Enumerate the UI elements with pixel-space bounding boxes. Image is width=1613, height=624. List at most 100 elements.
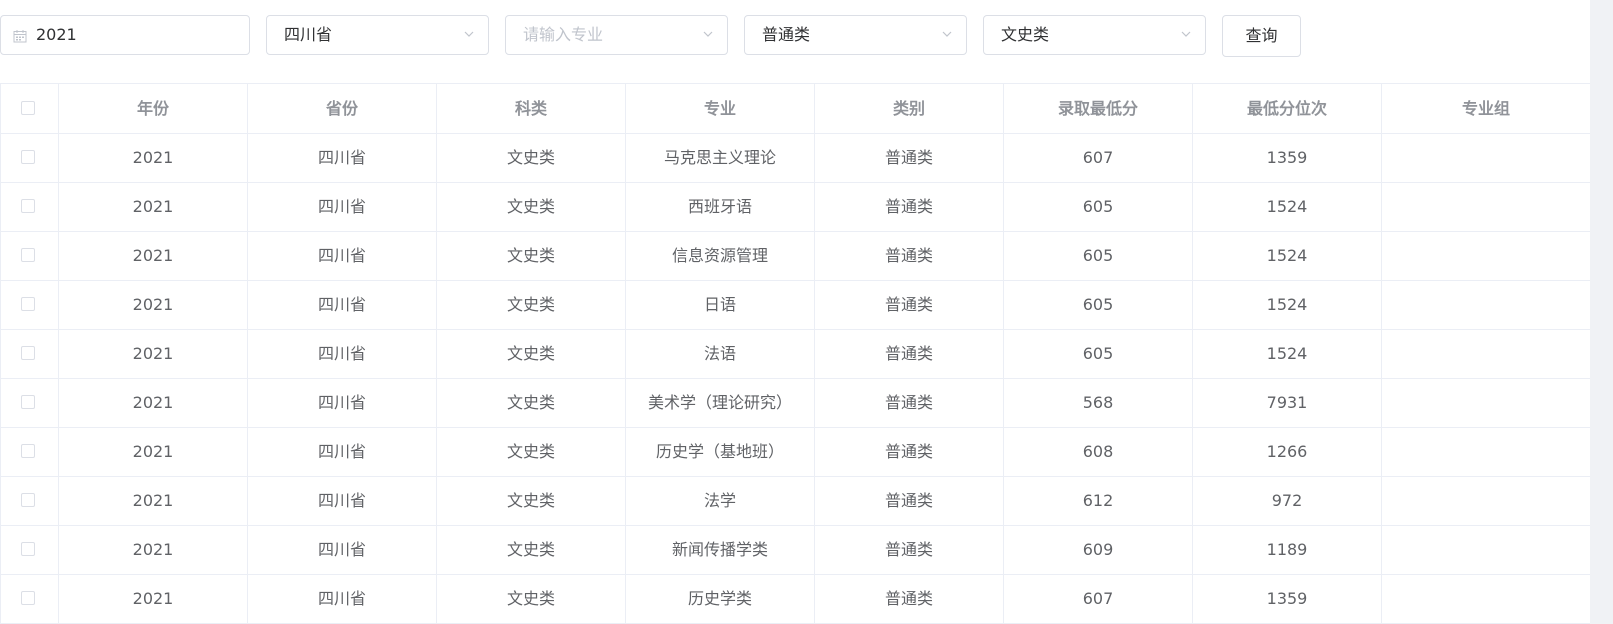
cell-category: 普通类 — [814, 428, 1003, 476]
cell-province: 四川省 — [247, 232, 436, 280]
cell-min-score: 607 — [1003, 575, 1192, 623]
year-value: 2021 — [36, 25, 77, 44]
cell-major: 法学 — [625, 477, 814, 525]
cell-province: 四川省 — [247, 526, 436, 574]
major-select[interactable]: 请输入专业 — [505, 15, 728, 55]
row-checkbox[interactable] — [21, 444, 35, 458]
row-checkbox[interactable] — [21, 591, 35, 605]
major-placeholder: 请输入专业 — [523, 25, 604, 44]
table-row[interactable]: 2021 四川省 文史类 信息资源管理 普通类 605 1524 — [0, 232, 1590, 281]
table-row[interactable]: 2021 四川省 文史类 法语 普通类 605 1524 — [0, 330, 1590, 379]
cell-subject: 文史类 — [436, 477, 625, 525]
row-select-cell — [0, 330, 58, 378]
cell-min-rank: 1266 — [1192, 428, 1381, 476]
row-checkbox[interactable] — [21, 542, 35, 556]
header-major: 专业 — [625, 84, 814, 133]
cell-category: 普通类 — [814, 379, 1003, 427]
cell-min-rank: 1524 — [1192, 281, 1381, 329]
row-checkbox[interactable] — [21, 248, 35, 262]
row-checkbox[interactable] — [21, 150, 35, 164]
cell-major: 马克思主义理论 — [625, 134, 814, 182]
cell-min-rank: 7931 — [1192, 379, 1381, 427]
header-major-group: 专业组 — [1381, 84, 1590, 133]
cell-min-rank: 1359 — [1192, 134, 1381, 182]
cell-year: 2021 — [58, 330, 247, 378]
cell-min-score: 608 — [1003, 428, 1192, 476]
cell-major-group — [1381, 281, 1590, 329]
cell-subject: 文史类 — [436, 428, 625, 476]
cell-major-group — [1381, 379, 1590, 427]
row-checkbox[interactable] — [21, 346, 35, 360]
category-select[interactable]: 普通类 — [744, 15, 967, 55]
filter-bar: 2021 四川省 请输入专业 普通类 文史类 查询 — [0, 0, 1590, 80]
table-row[interactable]: 2021 四川省 文史类 马克思主义理论 普通类 607 1359 — [0, 134, 1590, 183]
cell-year: 2021 — [58, 477, 247, 525]
table-row[interactable]: 2021 四川省 文史类 历史学（基地班） 普通类 608 1266 — [0, 428, 1590, 477]
cell-subject: 文史类 — [436, 134, 625, 182]
table-row[interactable]: 2021 四川省 文史类 新闻传播学类 普通类 609 1189 — [0, 526, 1590, 575]
header-min-rank: 最低分位次 — [1192, 84, 1381, 133]
table-row[interactable]: 2021 四川省 文史类 西班牙语 普通类 605 1524 — [0, 183, 1590, 232]
cell-year: 2021 — [58, 526, 247, 574]
chevron-down-icon — [1181, 31, 1191, 37]
cell-major-group — [1381, 428, 1590, 476]
cell-year: 2021 — [58, 281, 247, 329]
cell-min-score: 605 — [1003, 183, 1192, 231]
cell-min-rank: 1359 — [1192, 575, 1381, 623]
header-province: 省份 — [247, 84, 436, 133]
cell-major-group — [1381, 232, 1590, 280]
cell-province: 四川省 — [247, 477, 436, 525]
chevron-down-icon — [942, 31, 952, 37]
cell-province: 四川省 — [247, 575, 436, 623]
table-row[interactable]: 2021 四川省 文史类 美术学（理论研究） 普通类 568 7931 — [0, 379, 1590, 428]
cell-subject: 文史类 — [436, 526, 625, 574]
cell-subject: 文史类 — [436, 232, 625, 280]
row-select-cell — [0, 526, 58, 574]
cell-min-score: 605 — [1003, 232, 1192, 280]
cell-min-rank: 1189 — [1192, 526, 1381, 574]
chevron-down-icon — [703, 31, 713, 37]
row-select-cell — [0, 183, 58, 231]
table-row[interactable]: 2021 四川省 文史类 法学 普通类 612 972 — [0, 477, 1590, 526]
score-table: 年份 省份 科类 专业 类别 录取最低分 最低分位次 专业组 2021 四川省 … — [0, 83, 1590, 624]
cell-major: 历史学（基地班） — [625, 428, 814, 476]
select-all-cell — [0, 84, 58, 133]
row-checkbox[interactable] — [21, 493, 35, 507]
cell-min-rank: 1524 — [1192, 183, 1381, 231]
table-row[interactable]: 2021 四川省 文史类 历史学类 普通类 607 1359 — [0, 575, 1590, 624]
cell-min-rank: 1524 — [1192, 330, 1381, 378]
cell-major: 历史学类 — [625, 575, 814, 623]
row-checkbox[interactable] — [21, 297, 35, 311]
cell-category: 普通类 — [814, 183, 1003, 231]
cell-major-group — [1381, 575, 1590, 623]
chevron-down-icon — [464, 31, 474, 37]
cell-category: 普通类 — [814, 477, 1003, 525]
select-all-checkbox[interactable] — [21, 101, 35, 115]
cell-province: 四川省 — [247, 134, 436, 182]
page-scroll-area — [1590, 0, 1613, 624]
cell-subject: 文史类 — [436, 183, 625, 231]
search-button[interactable]: 查询 — [1222, 15, 1301, 57]
cell-major-group — [1381, 330, 1590, 378]
table-header: 年份 省份 科类 专业 类别 录取最低分 最低分位次 专业组 — [0, 84, 1590, 134]
row-select-cell — [0, 379, 58, 427]
cell-year: 2021 — [58, 232, 247, 280]
row-checkbox[interactable] — [21, 395, 35, 409]
cell-province: 四川省 — [247, 281, 436, 329]
subject-value: 文史类 — [1001, 25, 1050, 44]
cell-province: 四川省 — [247, 428, 436, 476]
header-subject: 科类 — [436, 84, 625, 133]
row-select-cell — [0, 134, 58, 182]
subject-select[interactable]: 文史类 — [983, 15, 1206, 55]
cell-category: 普通类 — [814, 281, 1003, 329]
cell-major-group — [1381, 134, 1590, 182]
row-checkbox[interactable] — [21, 199, 35, 213]
row-select-cell — [0, 281, 58, 329]
cell-year: 2021 — [58, 428, 247, 476]
header-year: 年份 — [58, 84, 247, 133]
table-row[interactable]: 2021 四川省 文史类 日语 普通类 605 1524 — [0, 281, 1590, 330]
province-value: 四川省 — [284, 25, 333, 44]
header-category: 类别 — [814, 84, 1003, 133]
year-picker[interactable]: 2021 — [0, 15, 250, 55]
province-select[interactable]: 四川省 — [266, 15, 489, 55]
